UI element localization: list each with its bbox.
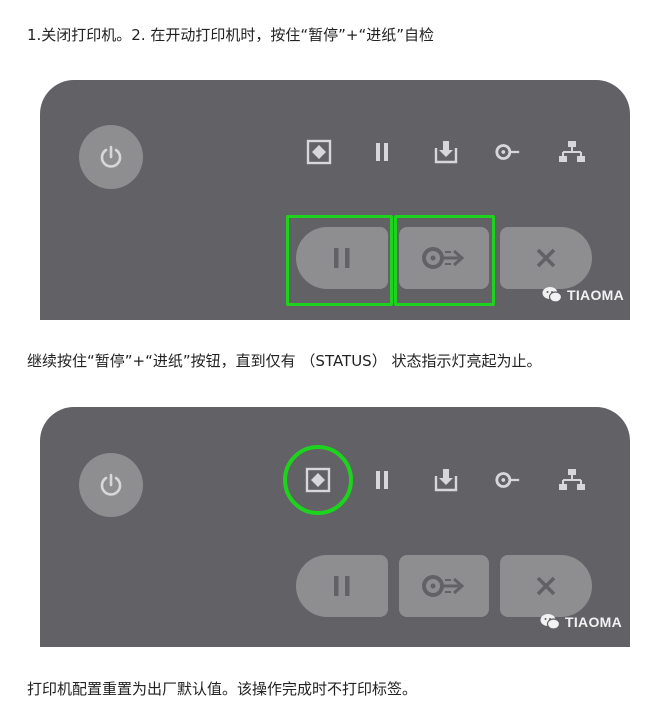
watermark: TIAOMA [540,613,622,630]
supplies-indicator-icon [494,138,522,166]
cancel-button[interactable] [500,227,592,289]
step-3-text: 打印机配置重置为出厂默认值。该操作完成时不打印标签。 [27,680,418,698]
power-icon [100,145,122,168]
pause-button-highlight [286,215,393,306]
data-indicator-icon [432,138,460,166]
wechat-icon [540,614,560,630]
power-button[interactable] [79,125,143,189]
network-indicator-icon [558,466,586,494]
power-button[interactable] [79,453,143,517]
printer-panel-2: TIAOMA [40,407,630,647]
pause-button[interactable] [296,555,388,617]
supplies-indicator-icon [494,466,522,494]
pause-icon [334,576,350,596]
status-indicator-highlight [283,445,353,515]
step-2-text: 继续按住“暂停”+“进纸”按钮，直到仅有 （STATUS） 状态指示灯亮起为止。 [27,352,542,370]
power-icon [100,473,122,496]
pause-indicator-icon [368,466,396,494]
cancel-button[interactable] [500,555,592,617]
step-1-text: 1.关闭打印机。2. 在开动打印机时，按住“暂停”+“进纸”自检 [27,26,435,44]
watermark: TIAOMA [542,286,624,303]
watermark-text: TIAOMA [565,613,623,630]
status-indicator-icon [305,138,333,166]
close-icon [536,248,556,268]
close-icon [536,576,556,596]
feed-button[interactable] [399,555,489,617]
data-indicator-icon [432,466,460,494]
printer-panel-1: TIAOMA [40,80,630,320]
wechat-icon [542,287,562,303]
pause-indicator-icon [368,138,396,166]
network-indicator-icon [558,138,586,166]
watermark-text: TIAOMA [567,286,625,303]
feed-button-highlight [394,215,495,306]
feed-icon [422,575,465,597]
